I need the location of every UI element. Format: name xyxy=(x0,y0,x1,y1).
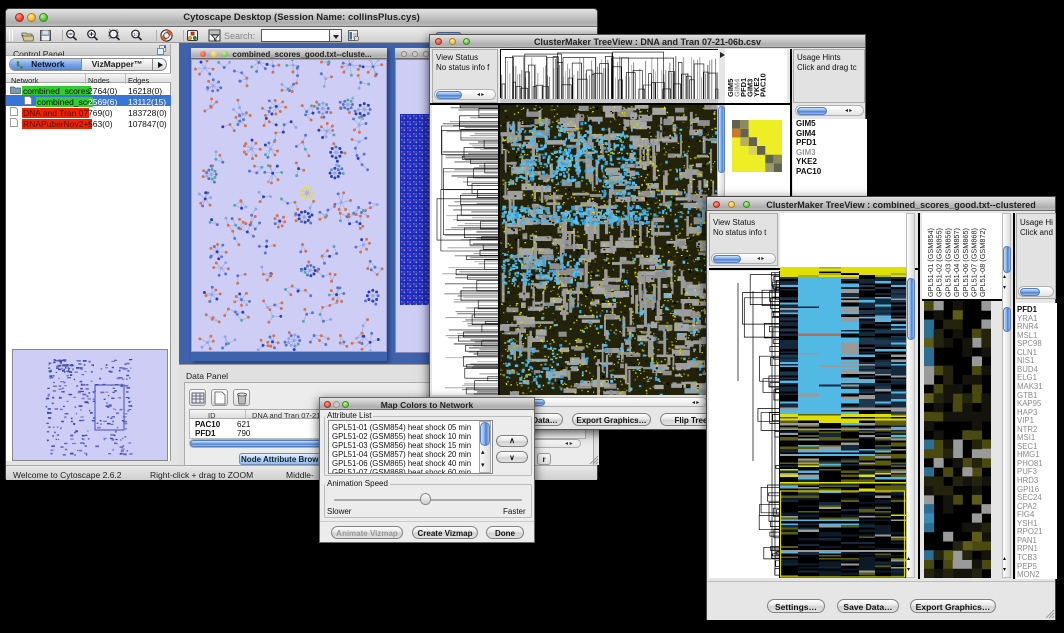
svg-text:GPL51-07 (GSM868): GPL51-07 (GSM868) xyxy=(970,228,979,297)
svg-text:GPL51-04 (GSM857): GPL51-04 (GSM857) xyxy=(952,228,961,297)
svg-text:GPL51-08 (GSM872): GPL51-08 (GSM872) xyxy=(978,228,987,297)
svg-text:GPL51-01 (GSM854): GPL51-01 (GSM854) xyxy=(926,228,935,297)
svg-text:GPL51-02 (GSM855): GPL51-02 (GSM855) xyxy=(935,228,944,297)
svg-text:GPL51-06 (GSM865): GPL51-06 (GSM865) xyxy=(961,228,970,297)
svg-text:1:1: 1:1 xyxy=(133,32,140,37)
svg-text:PAC10: PAC10 xyxy=(759,73,768,97)
svg-text:GPL51-03 (GSM856): GPL51-03 (GSM856) xyxy=(943,228,952,297)
